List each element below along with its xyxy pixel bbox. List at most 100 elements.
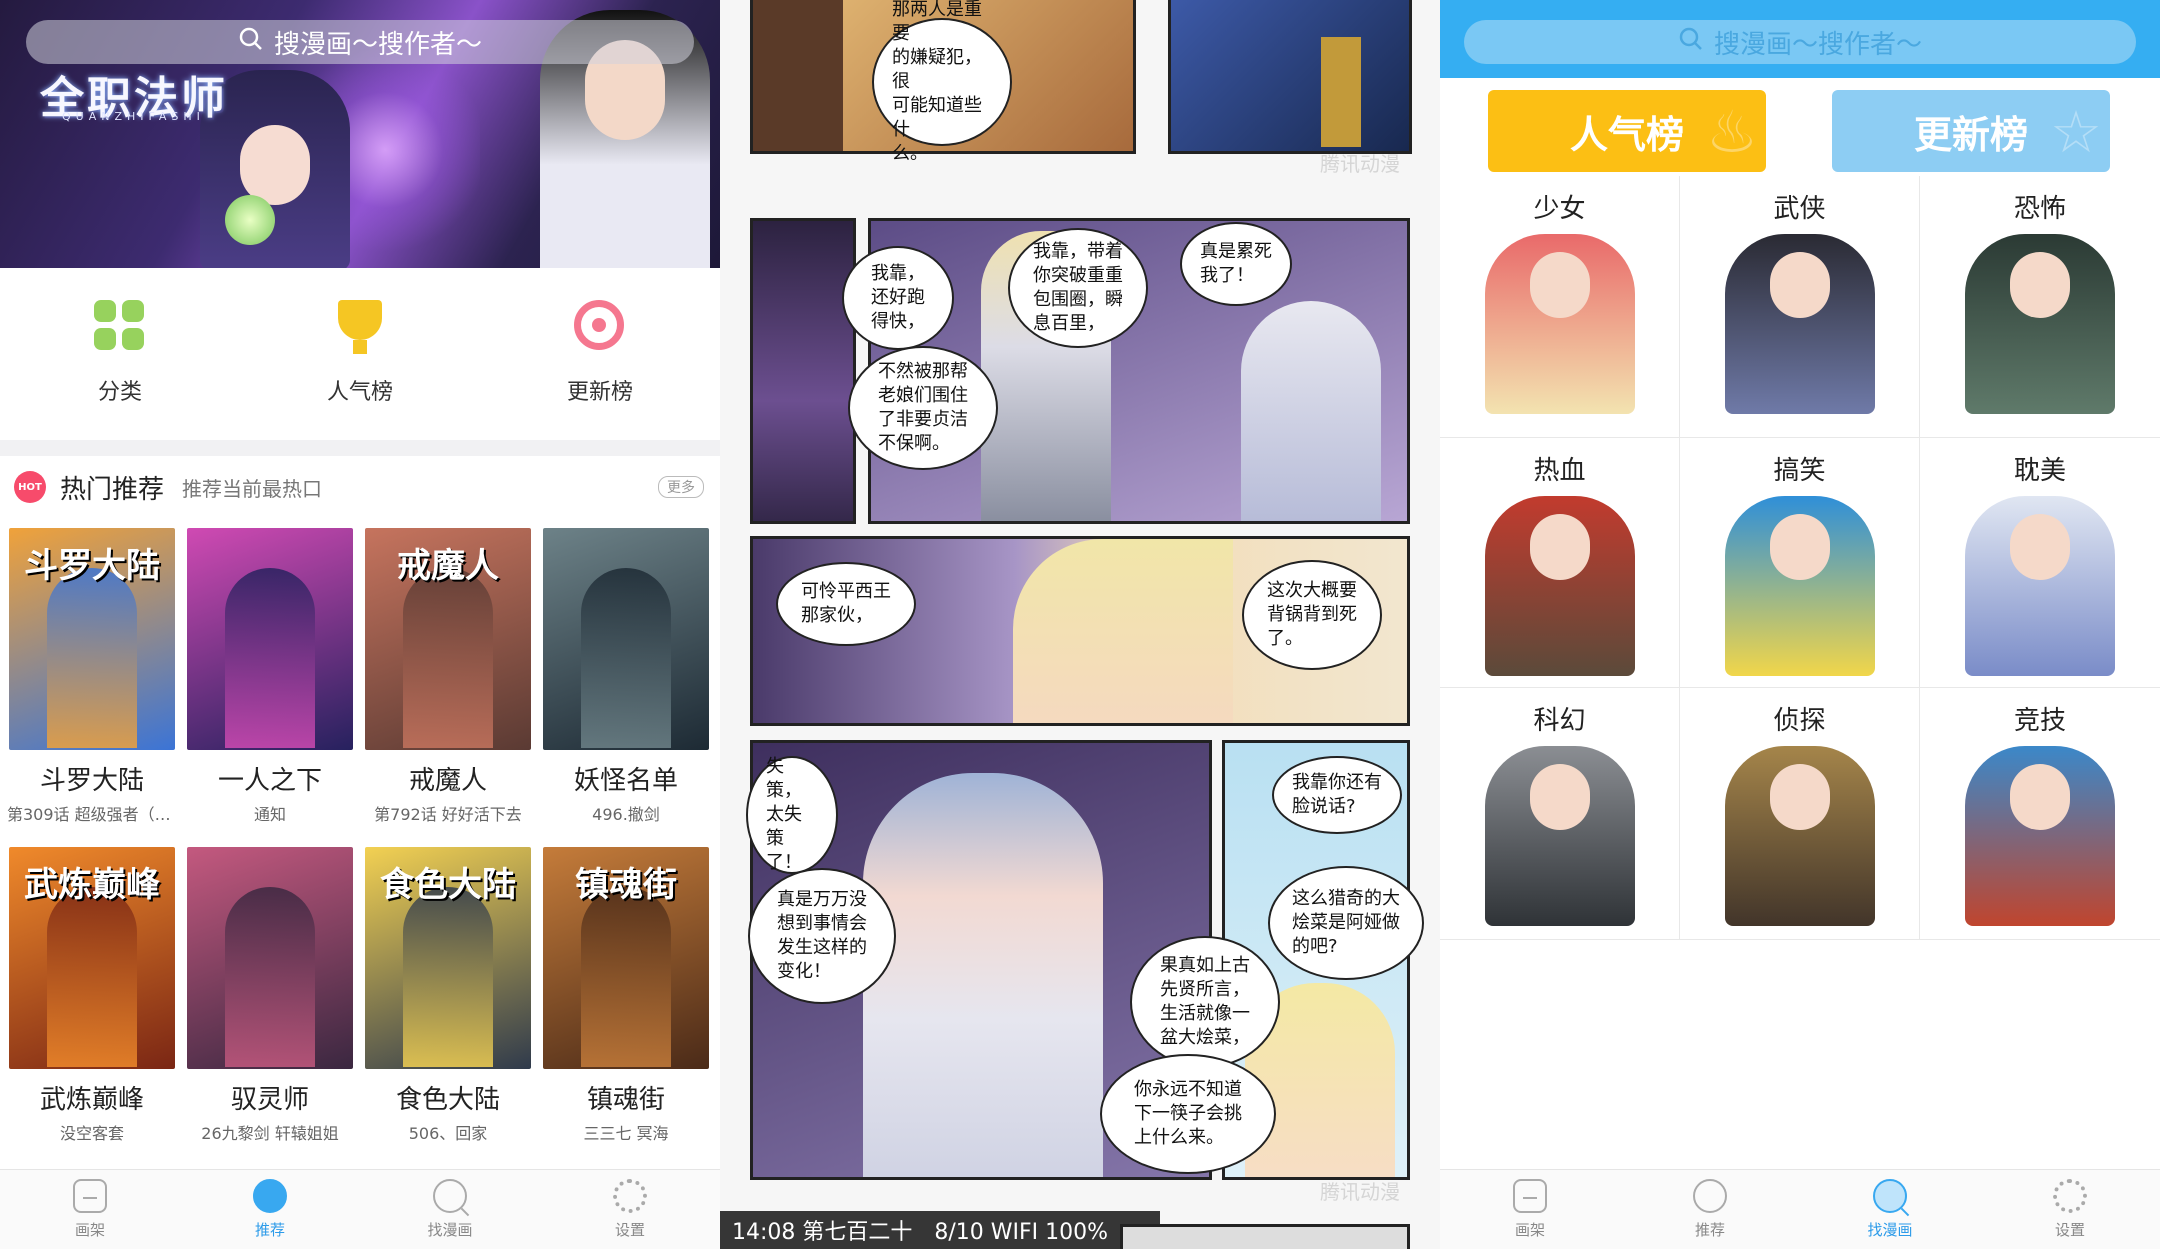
comic-name: 食色大陆 bbox=[395, 1085, 500, 1115]
tab-recommend[interactable]: 推荐 bbox=[180, 1170, 360, 1249]
speech-text: 果真如上古 先贤所言， 生活就像一 盆大烩菜， bbox=[1160, 955, 1250, 1048]
speech-bubble: 不然被那帮 老娘们围住 了非要贞洁 不保啊。 bbox=[848, 346, 998, 470]
comic-card[interactable]: 武炼巅峰 武炼巅峰 没空客套 bbox=[7, 847, 177, 1144]
tab-shelf[interactable]: 画架 bbox=[1440, 1170, 1620, 1249]
cover-figure bbox=[47, 887, 137, 1067]
category-item[interactable]: 热血 bbox=[1440, 438, 1680, 688]
comic-card[interactable]: 妖怪名单 496.撤剑 bbox=[541, 528, 711, 825]
category-item[interactable]: 搞笑 bbox=[1680, 438, 1920, 688]
speech-bubble: 我靠你还有 脸说话? bbox=[1272, 756, 1402, 834]
tab-label: 画架 bbox=[1514, 1221, 1545, 1239]
tab-recommend[interactable]: 推荐 bbox=[1620, 1170, 1800, 1249]
more-button[interactable]: 更多 bbox=[658, 476, 704, 498]
comic-latest-chapter: 506、回家 bbox=[408, 1124, 488, 1143]
category-item[interactable]: 恐怖 bbox=[1920, 176, 2160, 438]
comic-card[interactable]: 一人之下 通知 bbox=[185, 528, 355, 825]
category-item[interactable]: 侦探 bbox=[1680, 688, 1920, 940]
category-art bbox=[1965, 746, 2115, 926]
speech-bubble: 这么猎奇的大 烩菜是阿娅做 的吧? bbox=[1268, 866, 1424, 980]
comic-cover[interactable]: 斗罗大陆 bbox=[9, 528, 175, 750]
comic-card[interactable]: 驭灵师 26九黎剑 轩辕姐姐 bbox=[185, 847, 355, 1144]
speech-bubble: 真是累死 我了！ bbox=[1180, 222, 1292, 306]
tab-find[interactable]: 找漫画 bbox=[1800, 1170, 1980, 1249]
flame-icon: ♨ bbox=[1706, 98, 1758, 166]
quick-entry-row: 分类 人气榜 更新榜 bbox=[0, 268, 720, 440]
speech-text: 我靠你还有 脸说话? bbox=[1292, 772, 1382, 817]
category-item[interactable]: 科幻 bbox=[1440, 688, 1680, 940]
comic-cover[interactable]: 武炼巅峰 bbox=[9, 847, 175, 1069]
category-art bbox=[1484, 496, 1635, 676]
panel-top-right bbox=[1168, 0, 1412, 154]
category-label: 搞笑 bbox=[1773, 456, 1826, 486]
comic-card[interactable]: 斗罗大陆 斗罗大陆 第309话 超级强者（2... bbox=[7, 528, 177, 825]
cover-title: 斗罗大陆 bbox=[24, 546, 160, 586]
tab-label: 设置 bbox=[614, 1221, 645, 1239]
cover-title: 镇魂街 bbox=[575, 865, 677, 905]
category-art bbox=[1965, 496, 2115, 676]
bottom-tab-bar: 画架 推荐 找漫画 设置 bbox=[1440, 1169, 2160, 1249]
comic-latest-chapter: 通知 bbox=[253, 805, 286, 824]
find-screen: 搜漫画～搜作者～ 人气榜 ♨ 更新榜 ☆ 少女 武侠 恐怖 热血 搞笑 耽美 科幻 侦探 竞技 … bbox=[1440, 0, 2160, 1249]
recommend-icon bbox=[1693, 1179, 1727, 1213]
category-label: 少女 bbox=[1533, 194, 1586, 224]
popular-rank-button[interactable]: 人气榜 ♨ bbox=[1488, 90, 1766, 172]
category-item[interactable]: 武侠 bbox=[1680, 176, 1920, 438]
cover-figure bbox=[47, 568, 137, 748]
reader-screen[interactable]: 腾讯动漫 腾讯动漫 那两人是重要 的嫌疑犯，很 可能知道些什 么。 我靠， 还好跑… bbox=[720, 0, 1440, 1249]
settings-icon bbox=[2053, 1179, 2087, 1213]
banner-orb bbox=[225, 195, 275, 245]
find-search-placeholder: 搜漫画～搜作者～ bbox=[1713, 29, 1922, 60]
category-label: 科幻 bbox=[1533, 706, 1586, 736]
search-bar[interactable]: 搜漫画～搜作者～ bbox=[26, 20, 694, 64]
target-icon bbox=[574, 300, 626, 352]
category-item[interactable]: 竞技 bbox=[1920, 688, 2160, 940]
category-art bbox=[1724, 496, 1875, 676]
comic-cover[interactable] bbox=[187, 847, 353, 1069]
tab-settings[interactable]: 设置 bbox=[1980, 1170, 2160, 1249]
comic-card[interactable]: 戒魔人 戒魔人 第792话 好好活下去 bbox=[363, 528, 533, 825]
comic-name: 妖怪名单 bbox=[573, 766, 678, 796]
speech-bubble: 真是万万没 想到事情会 发生这样的 变化！ bbox=[748, 868, 896, 1004]
category-art bbox=[1965, 234, 2115, 414]
cover-figure bbox=[403, 568, 493, 748]
comic-cover[interactable] bbox=[543, 528, 709, 750]
tab-find[interactable]: 找漫画 bbox=[360, 1170, 540, 1249]
tab-settings[interactable]: 设置 bbox=[540, 1170, 720, 1249]
comic-cover[interactable]: 镇魂街 bbox=[543, 847, 709, 1069]
bottom-tab-bar: 画架 推荐 找漫画 设置 bbox=[0, 1169, 720, 1249]
comic-cover[interactable]: 食色大陆 bbox=[365, 847, 531, 1069]
cover-title: 戒魔人 bbox=[397, 546, 499, 586]
cover-figure bbox=[403, 887, 493, 1067]
quick-update[interactable]: 更新榜 bbox=[480, 268, 720, 440]
comic-latest-chapter: 496.撤剑 bbox=[592, 805, 660, 824]
search-icon bbox=[1678, 26, 1704, 59]
category-art bbox=[1724, 234, 1875, 414]
speech-bubble: 那两人是重要 的嫌疑犯，很 可能知道些什 么。 bbox=[872, 0, 1012, 164]
comic-cover[interactable] bbox=[187, 528, 353, 750]
shelf-icon bbox=[73, 1179, 107, 1213]
comic-latest-chapter: 26九黎剑 轩辕姐姐 bbox=[201, 1124, 339, 1143]
hot-subtitle: 推荐当前最热口 bbox=[182, 476, 323, 501]
find-search-bar[interactable]: 搜漫画～搜作者～ bbox=[1464, 20, 2136, 64]
speech-text: 这么猎奇的大 烩菜是阿娅做 的吧? bbox=[1292, 888, 1400, 957]
comic-name: 斗罗大陆 bbox=[39, 766, 144, 796]
comic-cover[interactable]: 戒魔人 bbox=[365, 528, 531, 750]
comic-name: 镇魂街 bbox=[586, 1085, 665, 1115]
speech-text: 这次大概要 背锅背到死 了。 bbox=[1267, 580, 1357, 649]
tab-shelf[interactable]: 画架 bbox=[0, 1170, 180, 1249]
quick-popular[interactable]: 人气榜 bbox=[240, 268, 480, 440]
category-label: 热血 bbox=[1533, 456, 1586, 486]
recommend-icon bbox=[253, 1179, 287, 1213]
tab-label: 设置 bbox=[2054, 1221, 2085, 1239]
category-item[interactable]: 少女 bbox=[1440, 176, 1680, 438]
comic-card[interactable]: 镇魂街 镇魂街 三三七 冥海 bbox=[541, 847, 711, 1144]
trophy-icon bbox=[334, 300, 386, 354]
quick-popular-label: 人气榜 bbox=[326, 380, 393, 405]
section-divider bbox=[0, 440, 720, 456]
quick-category[interactable]: 分类 bbox=[0, 268, 240, 440]
speech-text: 真是累死 我了！ bbox=[1200, 241, 1272, 286]
category-item[interactable]: 耽美 bbox=[1920, 438, 2160, 688]
update-rank-button[interactable]: 更新榜 ☆ bbox=[1832, 90, 2110, 172]
category-label: 耽美 bbox=[2013, 456, 2066, 486]
comic-card[interactable]: 食色大陆 食色大陆 506、回家 bbox=[363, 847, 533, 1144]
